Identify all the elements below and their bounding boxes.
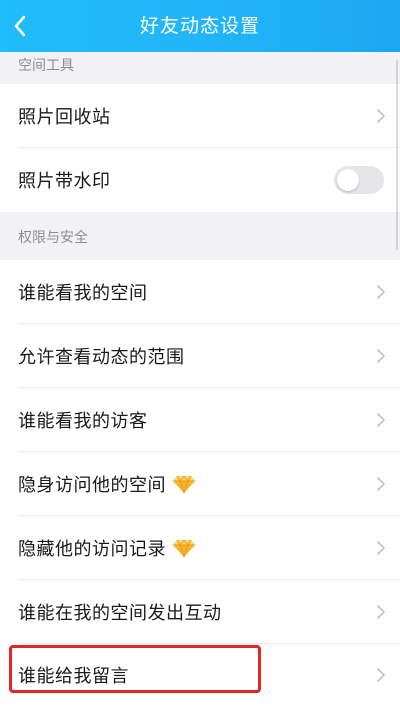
section-header-tools: 空间工具 xyxy=(0,52,400,80)
row-label: 允许查看动态的范围 xyxy=(18,347,185,368)
chevron-right-icon xyxy=(377,285,385,299)
row-invisible-visit[interactable]: 隐身访问他的空间 xyxy=(0,452,400,516)
watermark-toggle[interactable] xyxy=(334,166,384,194)
chevron-right-icon xyxy=(377,349,385,363)
toggle-knob xyxy=(337,169,359,191)
row-label: 照片回收站 xyxy=(18,107,111,128)
row-label: 谁能看我的访客 xyxy=(18,411,148,432)
row-who-can-view-visitors[interactable]: 谁能看我的访客 xyxy=(0,388,400,452)
row-feed-visibility-range[interactable]: 允许查看动态的范围 xyxy=(0,324,400,388)
chevron-right-icon xyxy=(377,413,385,427)
scrollbar[interactable] xyxy=(396,60,398,250)
row-label: 隐藏他的访问记录 xyxy=(18,539,166,560)
row-label: 谁能在我的空间发出互动 xyxy=(18,603,222,624)
chevron-right-icon xyxy=(377,541,385,555)
row-label: 谁能看我的空间 xyxy=(18,283,148,304)
chevron-right-icon xyxy=(377,605,385,619)
row-who-can-interact[interactable]: 谁能在我的空间发出互动 xyxy=(0,580,400,644)
row-hide-visit-record[interactable]: 隐藏他的访问记录 xyxy=(0,516,400,580)
settings-page: 好友动态设置 空间工具 照片回收站 照片带水印 权限与安全 谁能看我的空间 允许… xyxy=(0,0,400,706)
header-bar: 好友动态设置 xyxy=(0,0,400,52)
chevron-right-icon xyxy=(377,668,385,682)
highlight-annotation-box xyxy=(9,645,261,693)
row-photo-watermark: 照片带水印 xyxy=(0,148,400,212)
chevron-right-icon xyxy=(377,109,385,123)
row-who-can-view-space[interactable]: 谁能看我的空间 xyxy=(0,260,400,324)
row-label: 照片带水印 xyxy=(18,171,111,192)
row-photo-recycle-bin[interactable]: 照片回收站 xyxy=(0,84,400,148)
row-label: 隐身访问他的空间 xyxy=(18,475,166,496)
section-header-permissions: 权限与安全 xyxy=(0,212,400,260)
page-title: 好友动态设置 xyxy=(139,15,260,37)
chevron-right-icon xyxy=(377,477,385,491)
diamond-icon xyxy=(173,539,195,558)
diamond-icon xyxy=(173,475,195,494)
